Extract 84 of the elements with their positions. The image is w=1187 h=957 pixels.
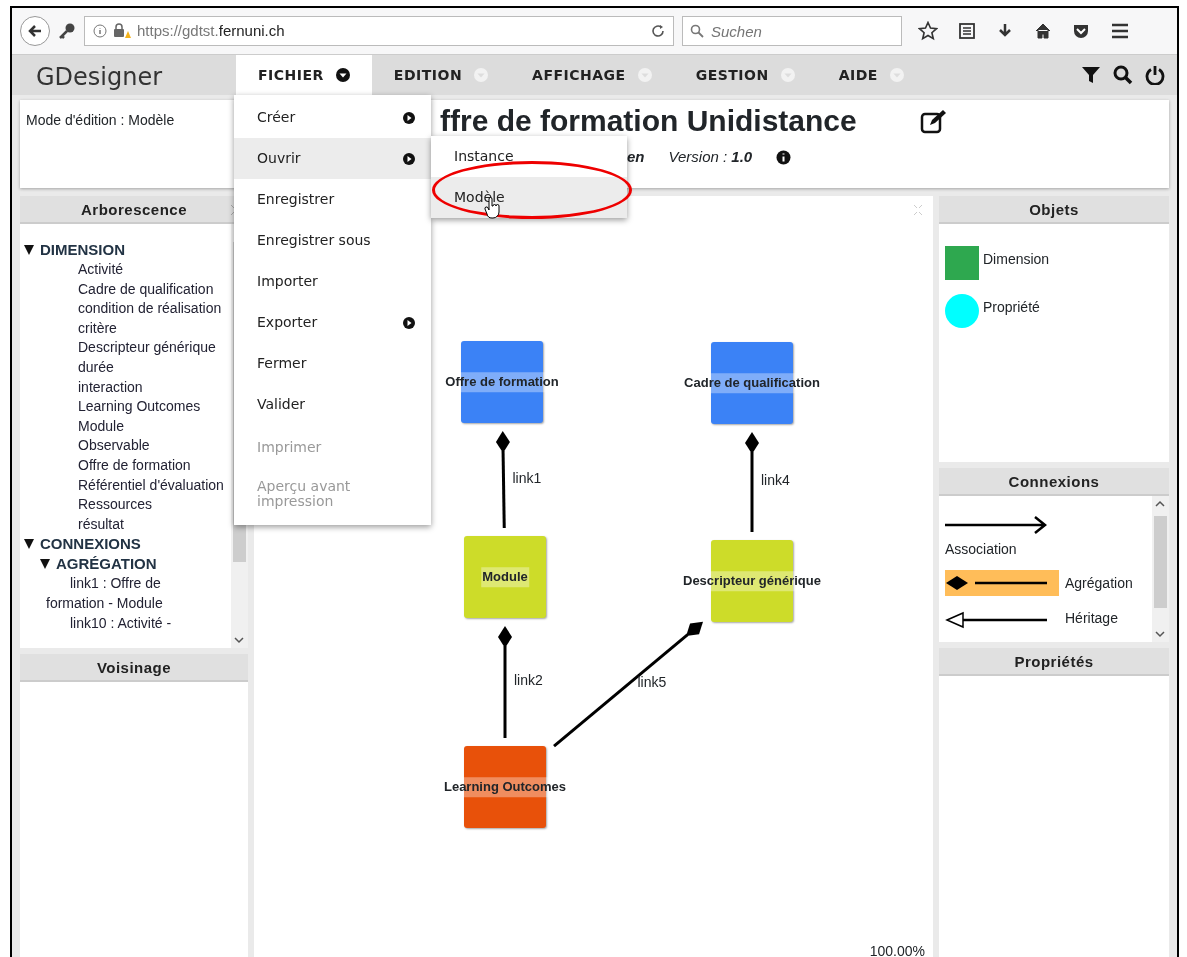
app-logo: GDesigner xyxy=(35,62,164,93)
scrollbar[interactable] xyxy=(1152,496,1169,642)
home-icon[interactable] xyxy=(1034,22,1052,40)
tree-item[interactable]: Référentiel d'évaluation xyxy=(24,475,228,496)
tree-item[interactable]: link10 : Activité - xyxy=(24,613,194,634)
menu-item[interactable]: Instance xyxy=(431,136,627,177)
tree-node[interactable]: CONNEXIONS xyxy=(24,534,228,555)
aggregation-link[interactable] xyxy=(498,626,512,738)
link-label: link4 xyxy=(761,471,790,490)
menu-item[interactable]: Ouvrir xyxy=(234,138,431,179)
tree-item[interactable]: Offre de formation xyxy=(24,455,228,476)
panel-header: Connexions xyxy=(939,468,1169,496)
filter-icon[interactable] xyxy=(1081,65,1101,85)
scroll-up-icon[interactable] xyxy=(1155,500,1165,508)
bookmark-star-icon[interactable] xyxy=(918,21,938,41)
menu-tab[interactable]: GESTION xyxy=(673,55,817,95)
key-icon xyxy=(58,22,76,40)
reader-icon[interactable] xyxy=(958,22,976,40)
legend-label: Propriété xyxy=(983,297,1040,317)
legend-label: Agrégation xyxy=(1065,573,1133,593)
menu-item[interactable]: Exporter xyxy=(234,302,431,343)
tree-item[interactable]: Descripteur générique xyxy=(24,338,228,358)
info-icon xyxy=(93,24,107,38)
scroll-down-icon[interactable] xyxy=(1155,630,1165,638)
tree-item[interactable]: Module xyxy=(24,416,228,437)
caret-icon xyxy=(335,68,350,82)
mode-label: Mode d'édition : Modèle xyxy=(26,111,175,130)
lock-warning-icon xyxy=(113,23,131,39)
author-text: en xyxy=(627,147,645,167)
url-field[interactable]: https://gdtst.fernuni.ch xyxy=(84,16,674,46)
menu-item[interactable]: Modèle xyxy=(431,177,627,218)
tree-item[interactable]: Observable xyxy=(24,436,228,456)
scroll-down-icon[interactable] xyxy=(234,636,244,644)
edit-icon[interactable] xyxy=(920,110,948,134)
link-label: link1 xyxy=(512,468,542,488)
tree-node[interactable]: AGRÉGATION xyxy=(24,554,228,575)
menu-tab[interactable]: FICHIER xyxy=(236,55,372,95)
tree-item[interactable]: résultat xyxy=(24,514,228,535)
power-icon[interactable] xyxy=(1145,65,1165,85)
arrow-line-icon xyxy=(945,516,1049,535)
zoom-level: 100.00% xyxy=(869,942,925,957)
legend-label: Héritage xyxy=(1065,609,1118,629)
legend-label: Dimension xyxy=(983,249,1050,269)
menu-item[interactable]: Valider xyxy=(234,384,431,425)
tree-item[interactable]: interaction xyxy=(24,377,228,398)
info-icon[interactable] xyxy=(776,149,792,165)
search-field[interactable]: Suchen xyxy=(682,16,902,46)
reload-icon[interactable] xyxy=(651,24,665,38)
panel-header: Objets xyxy=(939,196,1169,224)
tree-item[interactable]: Learning Outcomes xyxy=(24,397,228,417)
menu-tab[interactable]: AIDE xyxy=(816,55,926,95)
menu-tab[interactable]: AFFICHAGE xyxy=(510,55,674,95)
url-text: https://gdtst.fernuni.ch xyxy=(137,20,285,41)
pocket-icon[interactable] xyxy=(1072,22,1090,40)
tree-item[interactable]: critère xyxy=(24,318,228,339)
node-label: Module xyxy=(481,567,529,587)
menu-item[interactable]: Fermer xyxy=(234,343,431,384)
link-label: link5 xyxy=(637,673,667,692)
menu-item[interactable]: Enregistrer sous xyxy=(234,220,431,261)
tree-item[interactable]: Ressources xyxy=(24,495,228,515)
connection-type[interactable] xyxy=(945,570,1059,597)
menu-item[interactable]: Enregistrer xyxy=(234,179,431,220)
back-arrow-icon xyxy=(27,23,43,39)
tree-item[interactable]: Activité xyxy=(24,260,228,280)
legend-label: Association xyxy=(945,540,1017,559)
tree-node[interactable]: DIMENSION xyxy=(24,240,228,260)
aggregation-link[interactable] xyxy=(553,621,703,748)
menu-item[interactable]: Importer xyxy=(234,261,431,302)
aggregation-link[interactable] xyxy=(745,432,759,532)
panel-header: Voisinage xyxy=(20,654,248,682)
tree-item[interactable]: durée xyxy=(24,357,228,378)
menu-tab[interactable]: EDITION xyxy=(371,55,511,95)
panel-header: Propriétés xyxy=(939,648,1169,676)
tree-item[interactable]: Cadre de qualification xyxy=(24,279,228,300)
back-button[interactable] xyxy=(20,16,50,46)
menu-icon[interactable] xyxy=(1110,22,1130,40)
tree-item[interactable]: condition de réalisation xyxy=(24,299,228,319)
aggregation-link[interactable] xyxy=(495,431,510,529)
search-icon[interactable] xyxy=(1113,65,1133,85)
diagram-node[interactable] xyxy=(464,536,546,618)
menu-item[interactable]: Créer xyxy=(234,97,431,138)
document-title: ffre de formation Unidistance xyxy=(440,106,857,136)
version-text: Version : 1.0 xyxy=(668,147,753,167)
link-label: link2 xyxy=(514,671,543,690)
